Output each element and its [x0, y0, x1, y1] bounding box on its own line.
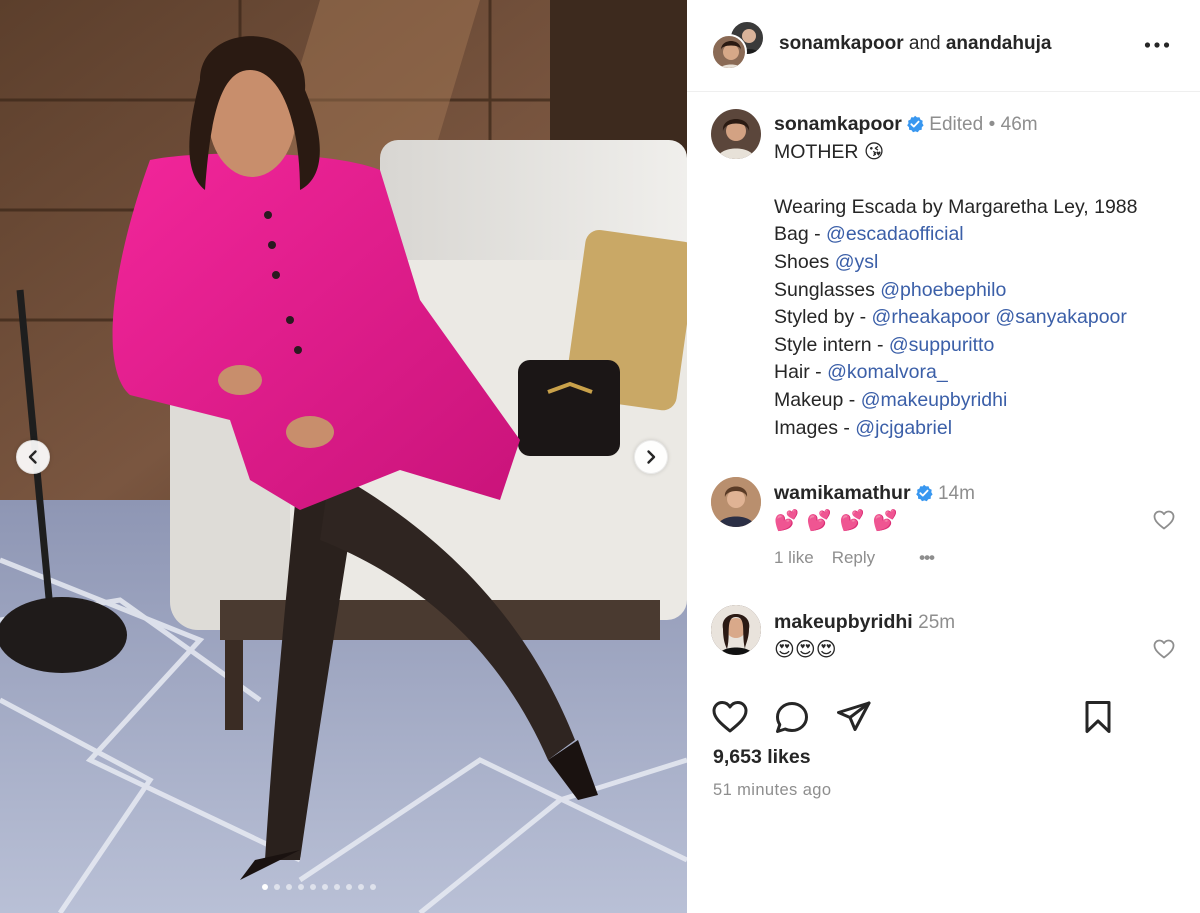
avatar [711, 34, 747, 70]
carousel-dot [286, 884, 292, 890]
carousel-dot [322, 884, 328, 890]
caption-text: Sunglasses [774, 278, 881, 301]
caption-text: Bag - [774, 223, 827, 246]
avatar[interactable] [711, 477, 761, 527]
comment-more-button[interactable]: ••• [919, 548, 935, 568]
caption-line: Hair - @komalvora_ [774, 359, 1184, 387]
comment-username[interactable]: makeupbyridhi [774, 611, 913, 633]
caption-line: Bag - @escadaofficial [774, 221, 1184, 249]
post-photo [0, 0, 687, 913]
mention-link[interactable]: @jcjgabriel [855, 417, 952, 439]
chevron-left-icon [28, 450, 37, 464]
carousel-dot [358, 884, 364, 890]
reply-button[interactable]: Reply [832, 548, 875, 568]
verified-icon [907, 115, 924, 133]
post-image [0, 0, 687, 913]
carousel-dot [310, 884, 316, 890]
mention-link[interactable]: @rheakapoor [872, 306, 990, 328]
mention-link[interactable]: @suppuritto [889, 334, 994, 356]
comments-section: sonamkapoor Edited • 46m MOTHER 😘 Wearin… [687, 93, 1200, 683]
bookmark-icon[interactable] [1079, 698, 1117, 736]
carousel-dot [298, 884, 304, 890]
comment-likes[interactable]: 1 like [774, 548, 814, 568]
chevron-right-icon [647, 450, 656, 464]
comment: makeupbyridhi 25m 😍😍😍 [774, 609, 1154, 663]
heart-icon[interactable] [711, 698, 749, 736]
post-actions: 9,653 likes 51 minutes ago [687, 683, 1200, 913]
comment-text: 😍😍😍 [774, 637, 837, 661]
authors-joiner: and [908, 33, 941, 54]
caption-text: Styled by - [774, 306, 872, 329]
carousel-prev-button[interactable] [16, 440, 50, 474]
avatar[interactable] [711, 605, 761, 655]
mention-link[interactable]: @makeupbyridhi [861, 389, 1008, 411]
carousel-dot [274, 884, 280, 890]
post-header: sonamkapoor and anandahuja [687, 0, 1200, 92]
mention-link[interactable]: @sanyakapoor [995, 306, 1126, 328]
collab-avatars[interactable] [711, 20, 765, 72]
caption-line: Shoes @ysl [774, 249, 1184, 277]
caption-line: Sunglasses @phoebephilo [774, 277, 1184, 305]
comment-icon[interactable] [773, 698, 811, 736]
post-timestamp: 51 minutes ago [713, 781, 832, 799]
caption-line: Makeup - @makeupbyridhi [774, 387, 1184, 415]
mention-link[interactable]: @ysl [835, 251, 879, 273]
more-icon [1144, 42, 1170, 48]
carousel-dot [346, 884, 352, 890]
caption-text: Makeup - [774, 388, 861, 411]
mention-link[interactable]: @escadaofficial [826, 223, 964, 245]
caption-line: Styled by - @rheakapoor @sanyakapoor [774, 304, 1184, 332]
verified-icon [915, 484, 933, 502]
comment-time[interactable]: 14m [938, 483, 975, 504]
caption-line: Style intern - @suppuritto [774, 332, 1184, 360]
mention-link[interactable]: @komalvora_ [827, 361, 948, 383]
comment-username[interactable]: wamikamathur [774, 482, 911, 504]
carousel-dot [370, 884, 376, 890]
comment: wamikamathur 14m 💕💕💕💕 [774, 480, 1154, 534]
author-username[interactable]: sonamkapoor [779, 33, 904, 54]
carousel-dot [262, 884, 268, 890]
likes-count[interactable]: 9,653 likes [713, 746, 811, 769]
caption-text: Shoes [774, 250, 835, 273]
caption-line: Wearing Escada by Margaretha Ley, 1988 [774, 195, 1138, 218]
caption-username[interactable]: sonamkapoor [774, 113, 902, 135]
avatar[interactable] [711, 109, 761, 159]
collaborator-username[interactable]: anandahuja [946, 33, 1052, 54]
caption-line: MOTHER 😘 [774, 140, 885, 163]
more-options-button[interactable] [1142, 34, 1172, 56]
post-caption: sonamkapoor Edited • 46m MOTHER 😘 Wearin… [774, 111, 1184, 442]
caption-line: Images - @jcjgabriel [774, 415, 1184, 443]
caption-edited: Edited [929, 114, 984, 135]
caption-text: Images - [774, 416, 856, 439]
heart-icon[interactable] [1152, 508, 1176, 532]
caption-text: Style intern - [774, 333, 889, 356]
comment-text: 💕💕💕💕 [774, 508, 906, 532]
share-icon[interactable] [835, 698, 873, 736]
comment-time[interactable]: 25m [918, 612, 955, 633]
carousel-next-button[interactable] [634, 440, 668, 474]
heart-icon[interactable] [1152, 637, 1176, 661]
comment-actions: 1 like Reply ••• [774, 548, 952, 568]
post-authors: sonamkapoor and anandahuja [779, 33, 1051, 55]
mention-link[interactable]: @phoebephilo [880, 279, 1006, 301]
carousel-indicator [262, 884, 376, 890]
caption-time[interactable]: 46m [1001, 114, 1038, 135]
meta-separator: • [988, 114, 996, 135]
caption-text: Hair - [774, 361, 828, 384]
post-side-panel: sonamkapoor and anandahuja sonamkapoor E… [687, 0, 1200, 913]
carousel-dot [334, 884, 340, 890]
